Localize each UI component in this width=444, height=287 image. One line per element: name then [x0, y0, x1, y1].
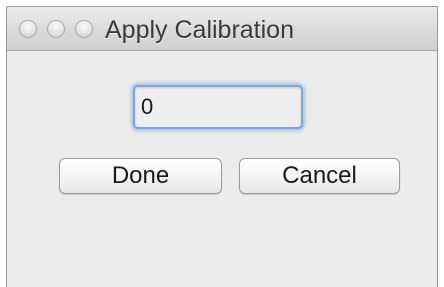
dialog-content: Done Cancel — [7, 51, 437, 287]
cancel-button[interactable]: Cancel — [239, 158, 400, 194]
apply-calibration-window: Apply Calibration Done Cancel — [6, 6, 438, 287]
title-bar[interactable]: Apply Calibration — [7, 7, 437, 51]
calibration-value-input[interactable] — [133, 85, 303, 129]
done-button[interactable]: Done — [59, 158, 222, 194]
window-title: Apply Calibration — [105, 16, 294, 44]
